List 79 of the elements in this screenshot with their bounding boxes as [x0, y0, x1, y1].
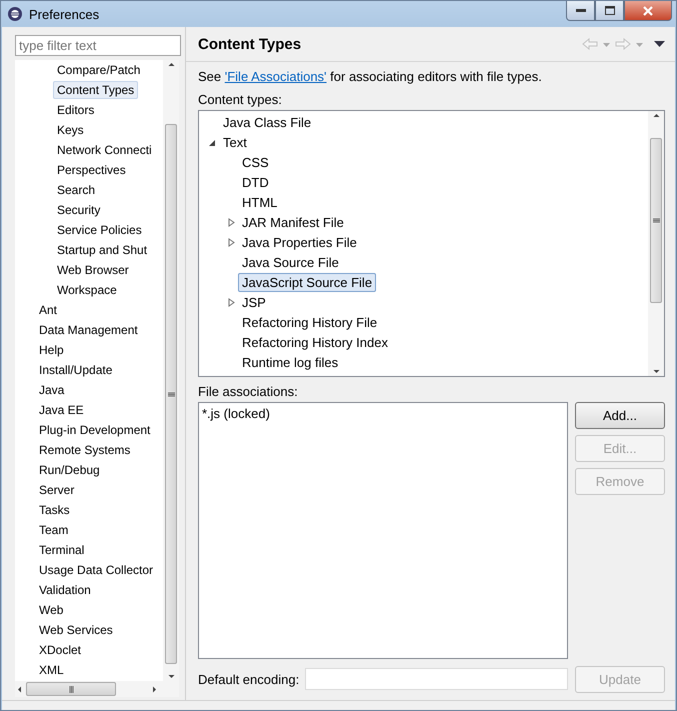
tree-item[interactable]: JAR Manifest File: [238, 212, 348, 232]
window-title: Preferences: [29, 6, 100, 22]
tree-item[interactable]: Run/Debug: [35, 461, 104, 479]
tree-item[interactable]: Service Policies: [53, 221, 146, 239]
tree-item[interactable]: Tasks: [35, 501, 74, 519]
tree-item[interactable]: Ant: [35, 301, 62, 319]
tree-item[interactable]: Data Management: [35, 321, 142, 339]
encoding-label: Default encoding:: [198, 672, 300, 686]
intro-text: See 'File Associations' for associating editors with file types.: [198, 68, 543, 86]
page-title: Content Types: [198, 36, 302, 52]
expanded-arrow-icon: [208, 138, 216, 146]
tree-item[interactable]: Java EE: [35, 401, 88, 419]
tree-item[interactable]: Search: [53, 181, 100, 199]
collapsed-arrow-icon: [226, 238, 236, 246]
tree-item[interactable]: Help: [35, 341, 68, 359]
minimize-button[interactable]: [566, 1, 595, 21]
scroll-right-icon: [150, 684, 159, 694]
tree-item[interactable]: Web Browser: [53, 261, 133, 279]
collapsed-arrow-icon: [226, 298, 236, 306]
scroll-down-icon: [652, 367, 660, 376]
maximize-icon: [604, 6, 614, 15]
tree-item[interactable]: Plug-in Development: [35, 421, 154, 439]
maximize-button[interactable]: [595, 1, 624, 21]
tree-item[interactable]: Keys: [53, 121, 88, 139]
grip-icon: [652, 216, 660, 225]
collapsed-arrow-icon: [226, 218, 236, 226]
tree-item[interactable]: Runtime log files: [238, 352, 342, 372]
tree-item[interactable]: Install/Update: [35, 361, 116, 379]
encoding-field[interactable]: [305, 668, 568, 690]
list-item[interactable]: *.js (locked): [202, 406, 564, 421]
tree-item[interactable]: JSP: [238, 292, 270, 312]
tree-item[interactable]: Text: [219, 132, 251, 152]
tree-item[interactable]: XDoclet: [35, 641, 86, 659]
tree-item[interactable]: Web Services: [35, 621, 117, 639]
tree-item[interactable]: Usage Data Collector: [35, 561, 158, 579]
tree-item[interactable]: Editors: [53, 101, 98, 119]
tree-item[interactable]: Compare/Patch: [53, 61, 144, 79]
menu-icon[interactable]: [654, 40, 665, 48]
scroll-up-icon: [166, 60, 176, 69]
grip-icon: [166, 390, 176, 398]
tree-item[interactable]: Java: [35, 381, 68, 399]
horizontal-scrollbar[interactable]: [15, 681, 179, 697]
close-button[interactable]: [624, 1, 672, 21]
tree-item[interactable]: JavaScript Source File: [238, 272, 376, 292]
tree-item[interactable]: Startup and Shut: [53, 241, 152, 259]
tree-item[interactable]: Java Class File: [219, 112, 316, 132]
content-types-label: Content types:: [198, 92, 282, 106]
grip-icon: [66, 684, 76, 694]
tree-item[interactable]: Content Types: [53, 81, 138, 99]
vertical-scrollbar[interactable]: [163, 60, 179, 681]
tree-item[interactable]: HTML: [238, 192, 282, 212]
tree-item[interactable]: Workspace: [53, 281, 121, 299]
tree-item[interactable]: Remote Systems: [35, 441, 134, 459]
tree-item[interactable]: Server: [35, 481, 78, 499]
filter-field[interactable]: type filter text: [15, 35, 181, 56]
app-icon: [7, 6, 23, 22]
tree-item[interactable]: Validation: [35, 581, 95, 599]
tree-item[interactable]: Network Connecti: [53, 141, 156, 159]
file-associations-link[interactable]: 'File Associations': [224, 69, 327, 84]
tree-item[interactable]: Web: [35, 601, 68, 619]
tree-item[interactable]: Terminal: [35, 541, 88, 559]
tree-item[interactable]: Refactoring History Index: [238, 332, 392, 352]
tree-item[interactable]: Perspectives: [53, 161, 130, 179]
tree-item[interactable]: XML: [35, 661, 68, 679]
minimize-icon: [576, 8, 586, 12]
back-arrow-icon[interactable]: [582, 38, 598, 50]
tree-item[interactable]: DTD: [238, 172, 273, 192]
vertical-scrollbar[interactable]: [648, 111, 664, 376]
tree-item[interactable]: Java Source File: [238, 252, 343, 272]
tree-item[interactable]: Security: [53, 201, 104, 219]
tree-item[interactable]: Refactoring History File: [238, 312, 382, 332]
tree-item[interactable]: Java Properties File: [238, 232, 361, 252]
scroll-up-icon: [652, 111, 660, 120]
tree-item[interactable]: Team: [35, 521, 72, 539]
tree-item[interactable]: CSS: [238, 152, 273, 172]
forward-arrow-icon[interactable]: [615, 38, 631, 50]
close-icon: [642, 6, 654, 16]
file-associations-label: File associations:: [198, 384, 298, 398]
action-button[interactable]: Add...: [575, 402, 665, 429]
